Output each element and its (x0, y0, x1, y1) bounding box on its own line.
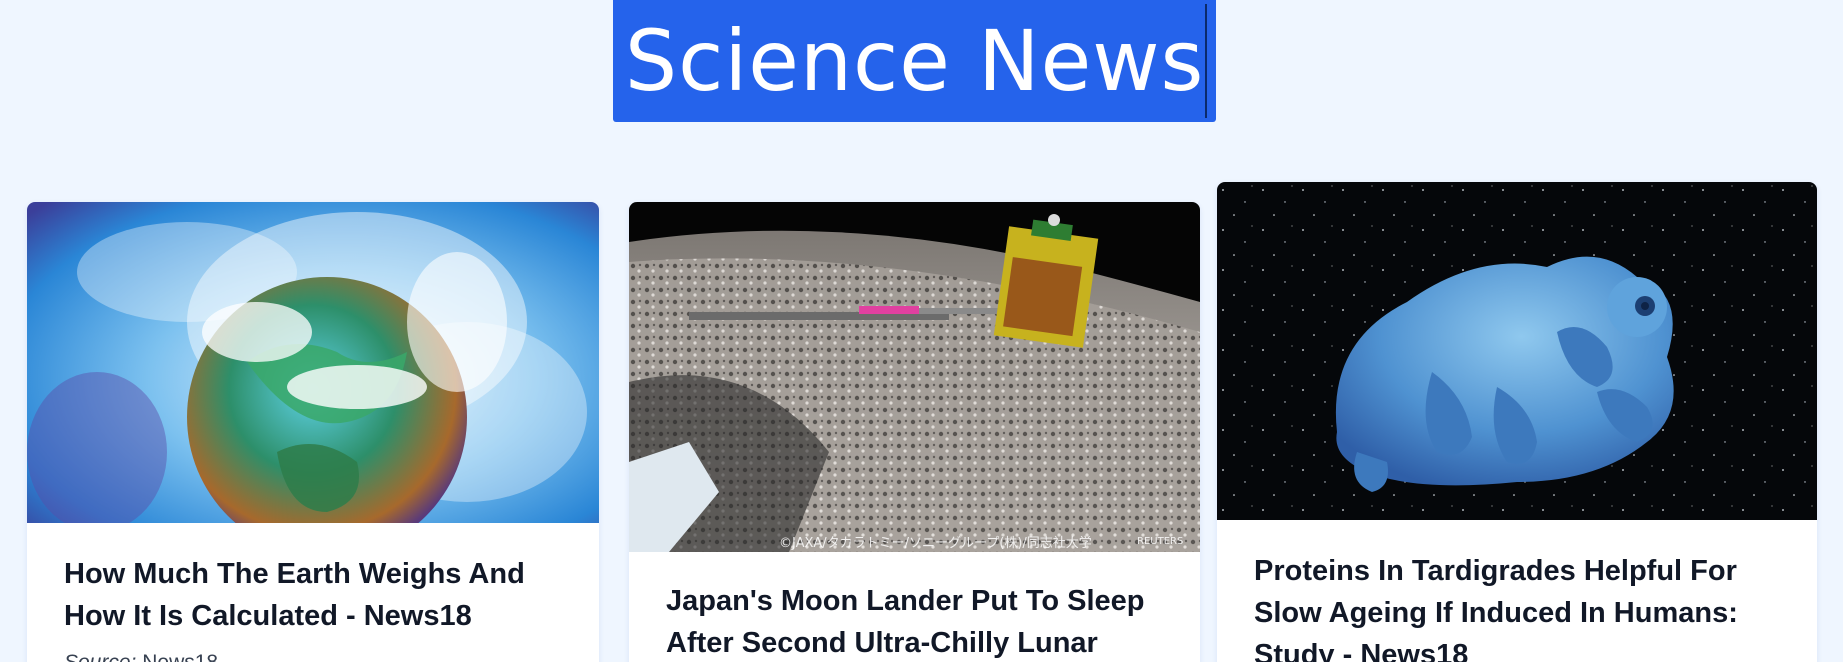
article-image[interactable] (27, 202, 599, 523)
article-card[interactable]: ©JAXA/タカラトミー/ソニーグループ(株)/同志社大学 REUTERS Ja… (629, 202, 1200, 662)
image-watermark: ©JAXA/タカラトミー/ソニーグループ(株)/同志社大学 (779, 535, 1092, 551)
page-title[interactable]: Science News (625, 19, 1204, 103)
source-name: News18 (142, 651, 218, 662)
tardigrade-illustration-icon (1217, 182, 1817, 520)
article-source: Source: News18 (64, 651, 563, 662)
image-credit: REUTERS (1137, 536, 1183, 547)
article-title[interactable]: Japan's Moon Lander Put To Sleep After S… (666, 580, 1164, 662)
text-caret (1205, 4, 1207, 118)
article-title[interactable]: How Much The Earth Weighs And How It Is … (64, 553, 563, 637)
article-title[interactable]: Proteins In Tardigrades Helpful For Slow… (1254, 550, 1781, 662)
article-image[interactable] (1217, 182, 1817, 520)
moon-lander-photo-icon: ©JAXA/タカラトミー/ソニーグループ(株)/同志社大学 REUTERS (629, 202, 1200, 552)
source-label: Source: (64, 651, 136, 662)
earth-illustration-icon (27, 202, 599, 523)
page-title-banner[interactable]: Science News (613, 0, 1216, 122)
science-news-page: Science News How Much The Earth Weighs A… (0, 0, 1843, 662)
article-card[interactable]: How Much The Earth Weighs And How It Is … (27, 202, 599, 662)
article-card[interactable]: Proteins In Tardigrades Helpful For Slow… (1217, 182, 1817, 662)
article-image[interactable]: ©JAXA/タカラトミー/ソニーグループ(株)/同志社大学 REUTERS (629, 202, 1200, 552)
